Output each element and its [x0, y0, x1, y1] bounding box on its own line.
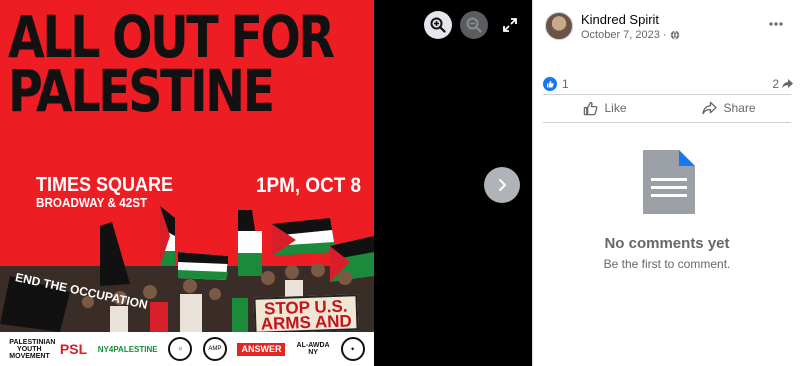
divider	[543, 122, 791, 123]
logo-ny4palestine: NY4PALESTINE	[97, 344, 158, 354]
expand-button[interactable]	[496, 11, 524, 39]
share-button[interactable]: Share	[667, 96, 791, 120]
more-options-button[interactable]	[765, 14, 787, 34]
like-button[interactable]: Like	[543, 96, 667, 120]
zoom-out-button[interactable]	[460, 11, 488, 39]
zoom-in-icon	[430, 17, 446, 33]
poster-logo-strip: PALESTINIAN YOUTH MOVEMENT PSL NY4PALEST…	[0, 332, 374, 366]
expand-icon	[503, 18, 517, 32]
share-count-icon	[782, 79, 793, 89]
logo-psl: PSL	[59, 340, 88, 357]
like-button-label: Like	[604, 101, 627, 115]
post-details-panel: Kindred Spirit October 7, 2023 · 1 2 Lik…	[532, 0, 800, 366]
document-icon	[643, 150, 695, 214]
like-summary[interactable]: 1	[543, 77, 569, 91]
logo-pym: PALESTINIAN YOUTH MOVEMENT	[9, 338, 56, 360]
logo-answer: ANSWER	[237, 342, 286, 356]
more-dots-icon	[769, 22, 783, 26]
zoom-in-button[interactable]	[424, 11, 452, 39]
logo-circle-emblem: ☼	[168, 337, 193, 361]
share-count: 2	[772, 77, 779, 91]
post-author[interactable]: Kindred Spirit	[581, 12, 659, 27]
post-meta: October 7, 2023 ·	[581, 29, 680, 41]
like-count: 1	[562, 77, 569, 91]
no-comments-subtitle: Be the first to comment.	[603, 257, 731, 271]
share-button-label: Share	[723, 101, 756, 115]
post-date[interactable]: October 7, 2023	[581, 29, 660, 41]
avatar[interactable]	[545, 12, 573, 40]
share-arrow-icon	[702, 101, 718, 115]
poster-headline-line1: ALL OUT FOR	[8, 3, 335, 71]
logo-al-awda: AL-AWDA NY	[296, 342, 330, 356]
poster-location-main: TIMES SQUARE	[36, 174, 174, 196]
share-summary[interactable]: 2	[772, 77, 793, 91]
poster-protest-sign: STOP U.S. ARMS AND	[253, 294, 359, 334]
reaction-summary: 1 2	[543, 76, 793, 92]
chevron-right-icon	[499, 179, 506, 191]
logo-round-seal: ✦	[340, 337, 365, 361]
event-poster-image: ALL OUT FOR PALESTINE TIMES SQUARE BROAD…	[0, 0, 374, 366]
thumbs-up-icon	[584, 101, 598, 115]
meta-separator: ·	[662, 29, 667, 41]
like-reaction-icon	[543, 77, 557, 91]
poster-time: 1PM, OCT 8	[256, 174, 362, 197]
zoom-out-icon	[466, 17, 482, 33]
logo-amp: AMP	[202, 337, 227, 361]
next-photo-button[interactable]	[484, 167, 520, 203]
no-comments-title: No comments yet	[604, 235, 730, 252]
poster-headline-line2: PALESTINE	[8, 57, 275, 125]
globe-icon	[670, 30, 679, 40]
divider	[543, 94, 791, 95]
photo-viewer: ALL OUT FOR PALESTINE TIMES SQUARE BROAD…	[0, 0, 532, 366]
poster-headline: ALL OUT FOR PALESTINE	[8, 3, 335, 125]
post-actions: Like Share	[543, 96, 791, 120]
